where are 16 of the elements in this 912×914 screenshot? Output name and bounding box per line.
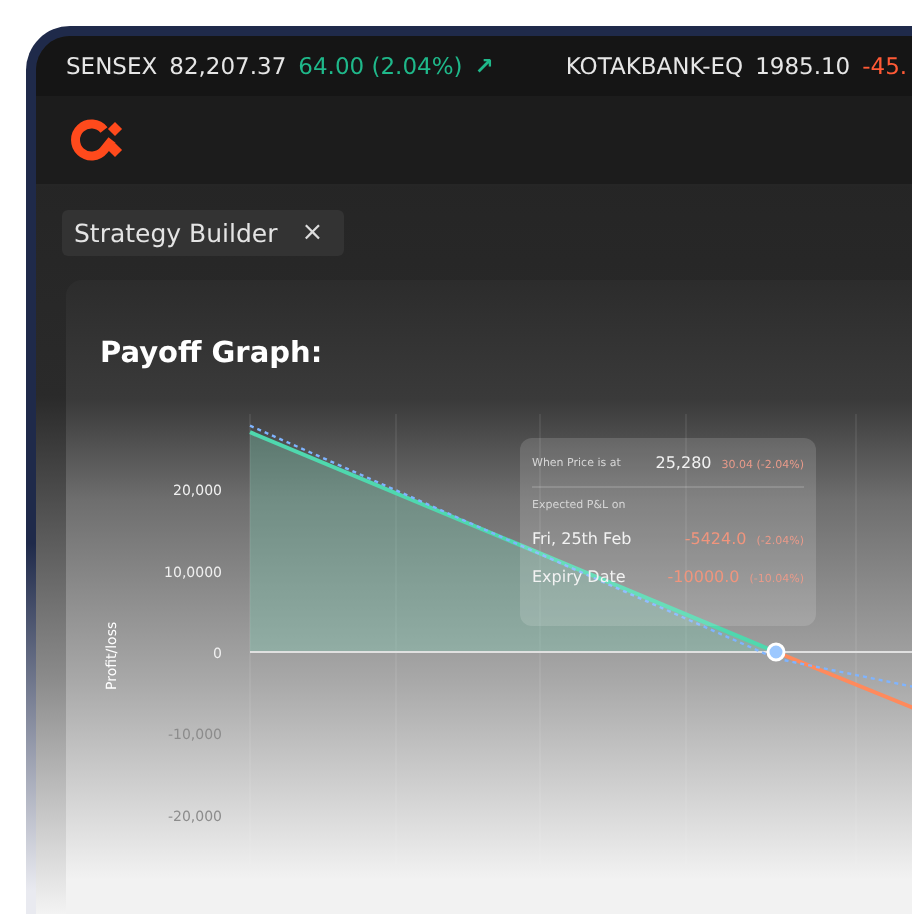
tooltip-value: -5424.0 [684,530,747,548]
tooltip-price: 25,280 [655,454,712,472]
ticker-price: 1985.10 [755,52,851,80]
ticker-price: 82,207.37 [169,52,287,80]
logo-icon [66,118,126,162]
ticker-change: 64.00 (2.04%) [298,52,463,80]
arrow-icon: ↗ [474,52,494,80]
card-title: Payoff Graph: [100,336,325,374]
tooltip-row-label: Fri, 25th Feb [532,530,632,548]
ticker-change: -45. [862,52,908,80]
ticker-symbol: SENSEX [66,52,158,80]
ticker-symbol: KOTAKBANK-EQ [565,52,744,80]
marker-dot[interactable] [766,642,786,662]
tab[interactable]: Strategy Builder × [62,210,344,256]
close-icon[interactable]: × [301,218,324,248]
tooltip-value: -10000.0 [667,568,740,586]
